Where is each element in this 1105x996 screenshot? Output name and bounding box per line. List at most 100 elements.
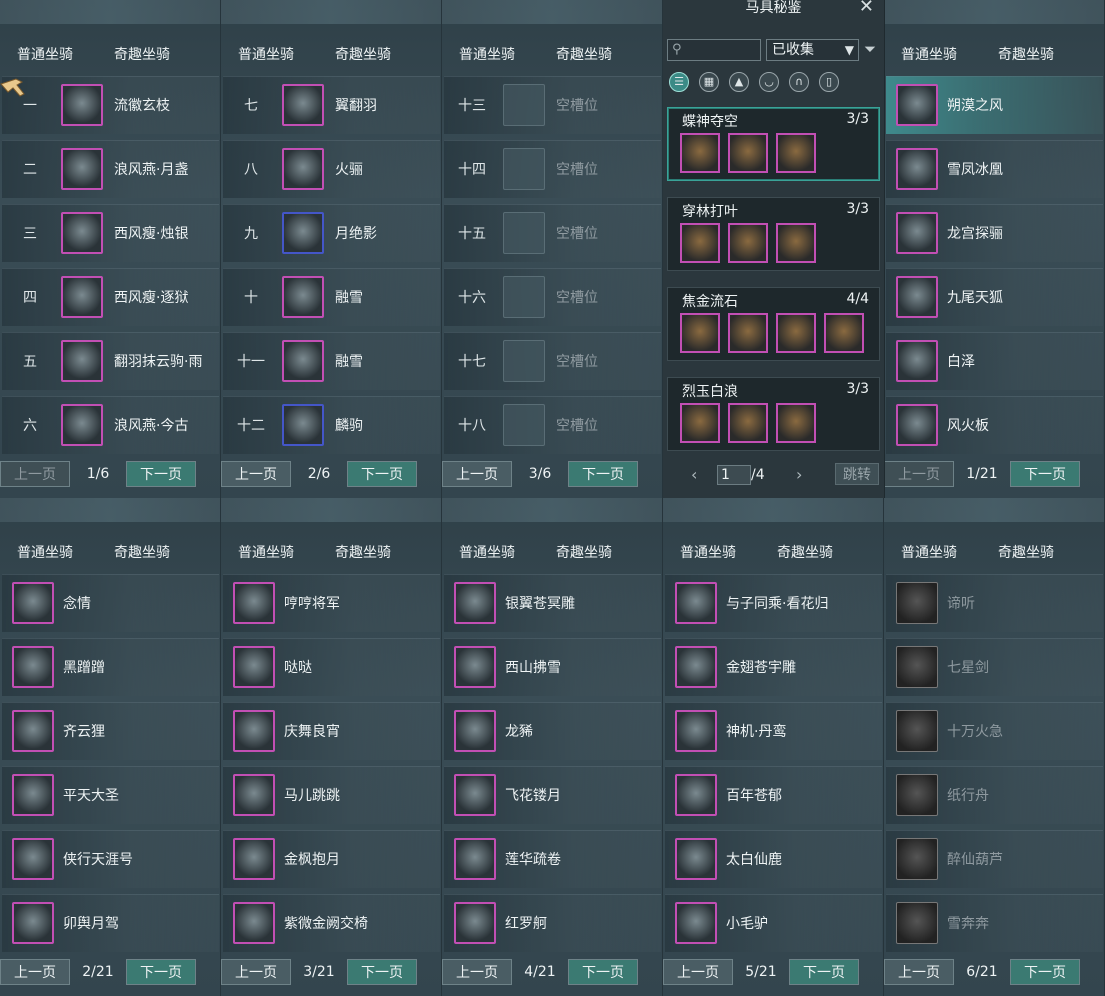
mount-row[interactable]: 金翅苍宇雕	[665, 638, 882, 696]
mount-row[interactable]: 银翼苍冥雕	[444, 574, 661, 632]
mount-row[interactable]: 二 浪风燕·月盏	[2, 140, 219, 198]
mount-row[interactable]: 九尾天狐	[886, 268, 1103, 326]
mount-row[interactable]: 庆舞良宵	[223, 702, 440, 760]
mount-row[interactable]: 莲华疏卷	[444, 830, 661, 888]
prev-page-button[interactable]: 上一页	[884, 959, 954, 985]
mount-row[interactable]: 九 月绝影	[223, 204, 440, 262]
tack-piece-icon[interactable]	[680, 313, 720, 353]
mount-row[interactable]: 黑蹭蹭	[2, 638, 219, 696]
mount-row[interactable]: 太白仙鹿	[665, 830, 882, 888]
mount-row[interactable]: 与子同乘·看花归	[665, 574, 882, 632]
mount-row[interactable]: 十万火急	[886, 702, 1103, 760]
empty-slot-row[interactable]: 十三 空槽位	[444, 76, 661, 134]
saddle-icon[interactable]: ▲	[729, 72, 749, 92]
tab-fun-mounts[interactable]: 奇趣坐骑	[335, 44, 391, 64]
mount-row[interactable]: 侠行天涯号	[2, 830, 219, 888]
tab-normal-mounts[interactable]: 普通坐骑	[17, 44, 73, 64]
empty-slot-row[interactable]: 十七 空槽位	[444, 332, 661, 390]
tack-piece-icon[interactable]	[680, 133, 720, 173]
mount-row[interactable]: 雪奔奔	[886, 894, 1103, 952]
tab-normal-mounts[interactable]: 普通坐骑	[17, 542, 73, 562]
search-input[interactable]: ⚲	[667, 39, 761, 61]
next-page-button[interactable]: 下一页	[347, 461, 417, 487]
mount-row[interactable]: 平天大圣	[2, 766, 219, 824]
mount-row[interactable]: 三 西风瘦·烛银	[2, 204, 219, 262]
mount-row[interactable]: 纸行舟	[886, 766, 1103, 824]
next-page-button[interactable]: 下一页	[789, 959, 859, 985]
tack-piece-icon[interactable]	[776, 133, 816, 173]
mount-row[interactable]: 念情	[2, 574, 219, 632]
chevron-right-icon[interactable]: ›	[796, 465, 802, 484]
tab-normal-mounts[interactable]: 普通坐骑	[459, 542, 515, 562]
tack-piece-icon[interactable]	[728, 133, 768, 173]
prev-page-button[interactable]: 上一页	[442, 959, 512, 985]
tab-fun-mounts[interactable]: 奇趣坐骑	[998, 542, 1054, 562]
mount-row[interactable]: 哒哒	[223, 638, 440, 696]
tab-normal-mounts[interactable]: 普通坐骑	[459, 44, 515, 64]
empty-slot-row[interactable]: 十四 空槽位	[444, 140, 661, 198]
mount-row[interactable]: 五 翻羽抹云驹·雨	[2, 332, 219, 390]
next-page-button[interactable]: 下一页	[126, 959, 196, 985]
mount-row[interactable]: 四 西风瘦·逐狱	[2, 268, 219, 326]
next-page-button[interactable]: 下一页	[347, 959, 417, 985]
tab-fun-mounts[interactable]: 奇趣坐骑	[998, 44, 1054, 64]
tack-piece-icon[interactable]	[728, 313, 768, 353]
tab-normal-mounts[interactable]: 普通坐骑	[901, 542, 957, 562]
empty-slot-row[interactable]: 十五 空槽位	[444, 204, 661, 262]
chevron-left-icon[interactable]: ‹	[691, 465, 697, 484]
mount-row[interactable]: 龙宫探骊	[886, 204, 1103, 262]
next-page-button[interactable]: 下一页	[126, 461, 196, 487]
mount-row[interactable]: 十二 麟驹	[223, 396, 440, 454]
prev-page-button[interactable]: 上一页	[884, 461, 954, 487]
tab-fun-mounts[interactable]: 奇趣坐骑	[114, 542, 170, 562]
mount-row[interactable]: 金枫抱月	[223, 830, 440, 888]
prev-page-button[interactable]: 上一页	[0, 959, 70, 985]
mount-row[interactable]: 紫微金阙交椅	[223, 894, 440, 952]
tack-set-card[interactable]: 穿林打叶 3/3	[667, 197, 880, 271]
next-page-button[interactable]: 下一页	[1010, 461, 1080, 487]
empty-slot-row[interactable]: 十八 空槽位	[444, 396, 661, 454]
bird-wing-icon[interactable]: ◡	[759, 72, 779, 92]
tack-piece-icon[interactable]	[776, 223, 816, 263]
tab-normal-mounts[interactable]: 普通坐骑	[238, 44, 294, 64]
tack-piece-icon[interactable]	[824, 313, 864, 353]
next-page-button[interactable]: 下一页	[568, 461, 638, 487]
horseshoe-icon[interactable]: ∩	[789, 72, 809, 92]
mount-row[interactable]: 朔漠之风	[886, 76, 1103, 134]
tab-fun-mounts[interactable]: 奇趣坐骑	[114, 44, 170, 64]
tack-piece-icon[interactable]	[776, 403, 816, 443]
mount-row[interactable]: 红罗舸	[444, 894, 661, 952]
tab-fun-mounts[interactable]: 奇趣坐骑	[556, 44, 612, 64]
list-view-icon[interactable]: ☰	[669, 72, 689, 92]
mount-row[interactable]: 哼哼将军	[223, 574, 440, 632]
mount-row[interactable]: 齐云狸	[2, 702, 219, 760]
mount-row[interactable]: 十 融雪	[223, 268, 440, 326]
mount-row[interactable]: 百年苍郁	[665, 766, 882, 824]
collected-filter-select[interactable]: 已收集 ▼	[766, 39, 859, 61]
tack-piece-icon[interactable]	[776, 313, 816, 353]
armor-icon[interactable]: ▯	[819, 72, 839, 92]
mount-row[interactable]: 小毛驴	[665, 894, 882, 952]
prev-page-button[interactable]: 上一页	[221, 461, 291, 487]
mount-row[interactable]: 神机·丹鸾	[665, 702, 882, 760]
mount-row[interactable]: 龙豨	[444, 702, 661, 760]
mount-row[interactable]: 白泽	[886, 332, 1103, 390]
filter-icon[interactable]: ⏷	[864, 40, 876, 58]
mount-row[interactable]: 西山拂雪	[444, 638, 661, 696]
mount-row[interactable]: 八 火骊	[223, 140, 440, 198]
tack-piece-icon[interactable]	[680, 403, 720, 443]
mount-row[interactable]: 卯舆月驾	[2, 894, 219, 952]
mount-row[interactable]: 风火板	[886, 396, 1103, 454]
mount-row[interactable]: 谛听	[886, 574, 1103, 632]
tab-fun-mounts[interactable]: 奇趣坐骑	[335, 542, 391, 562]
jump-button[interactable]: 跳转	[835, 463, 879, 485]
tack-set-card[interactable]: 烈玉白浪 3/3	[667, 377, 880, 451]
prev-page-button[interactable]: 上一页	[221, 959, 291, 985]
empty-slot-row[interactable]: 十六 空槽位	[444, 268, 661, 326]
prev-page-button[interactable]: 上一页	[0, 461, 70, 487]
tack-set-card[interactable]: 焦金流石 4/4	[667, 287, 880, 361]
mount-row[interactable]: 十一 融雪	[223, 332, 440, 390]
tab-normal-mounts[interactable]: 普通坐骑	[680, 542, 736, 562]
prev-page-button[interactable]: 上一页	[663, 959, 733, 985]
tab-fun-mounts[interactable]: 奇趣坐骑	[556, 542, 612, 562]
